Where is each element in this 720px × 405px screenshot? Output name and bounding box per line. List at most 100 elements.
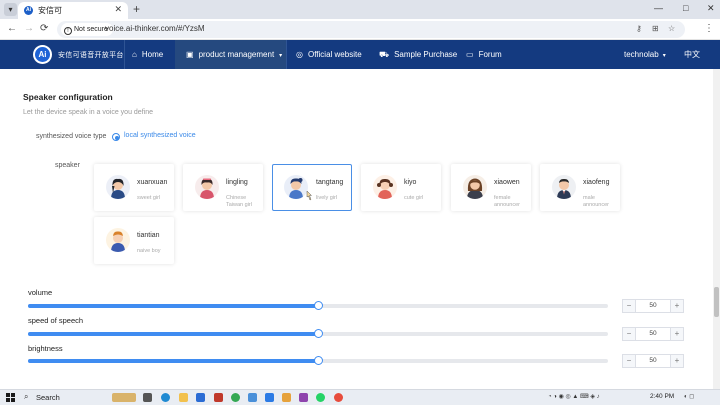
chevron-down-icon: ▾ <box>662 53 666 59</box>
omnibox[interactable]: ! Not secure voice.ai-thinker.com/#/YzsM … <box>57 21 685 38</box>
home-icon: ⌂ <box>132 50 137 59</box>
user-menu[interactable]: technolab ▾ <box>624 40 666 69</box>
vscode-icon[interactable] <box>265 393 274 402</box>
avatar <box>106 228 130 252</box>
search-icon: ⌕ <box>24 392 29 401</box>
increase-button[interactable]: + <box>670 355 683 367</box>
nav-product-management[interactable]: ▣ product management ▾ <box>175 40 286 69</box>
app-icon[interactable] <box>299 393 308 402</box>
whatsapp-icon[interactable] <box>316 393 325 402</box>
app-icon[interactable] <box>248 393 257 402</box>
maximize-icon[interactable]: □ <box>683 3 688 13</box>
volume-value[interactable]: 50 <box>636 300 670 312</box>
widgets-icon[interactable] <box>112 393 136 402</box>
reload-icon[interactable]: ⟳ <box>40 23 48 34</box>
voice-type-option[interactable]: local synthesized voice <box>124 132 196 139</box>
speaker-card-tiantian[interactable]: tiantian naive boy <box>94 217 174 264</box>
speaker-card-tangtang[interactable]: tangtang lively girl <box>272 164 352 211</box>
address-bar-row: ← → ⟳ ! Not secure voice.ai-thinker.com/#… <box>0 19 720 40</box>
nav-forum-label: Forum <box>478 50 502 59</box>
nav-forum[interactable]: ▭ Forum <box>466 40 502 69</box>
edge-icon[interactable] <box>161 393 170 402</box>
nav-sample-purchase[interactable]: ⛟ Sample Purchase <box>379 40 457 69</box>
speaker-name: tiantian <box>137 232 160 239</box>
translate-icon[interactable]: ⊞ <box>652 24 659 33</box>
new-tab-button[interactable]: + <box>133 2 140 16</box>
speaker-card-xiaofeng[interactable]: xiaofeng male announcer <box>540 164 620 211</box>
forward-icon[interactable]: → <box>24 23 34 34</box>
taskbar: ⌕ Search ◔ ◑ ◉ ◎ ▲ ⌨ ◈ ♪ 2:40 PM ◐ ◻ <box>0 389 720 405</box>
voice-type-radio[interactable] <box>112 133 120 141</box>
speaker-name: kiyo <box>404 179 417 186</box>
increase-button[interactable]: + <box>670 328 683 340</box>
nav-official-label: Official website <box>307 50 362 59</box>
close-tab-icon[interactable]: ✕ <box>114 4 122 15</box>
increase-button[interactable]: + <box>670 300 683 312</box>
tab-search-button[interactable]: ▾ <box>4 3 17 16</box>
warning-icon: ! <box>64 27 72 35</box>
windows-start-icon[interactable] <box>6 393 15 402</box>
app-icon[interactable] <box>282 393 291 402</box>
speaker-description: lively girl <box>316 195 338 201</box>
avatar <box>552 175 576 199</box>
clock[interactable]: 2:40 PM <box>650 393 674 400</box>
chevron-down-icon: ▾ <box>279 53 283 59</box>
key-icon[interactable]: ⚷ <box>636 24 642 33</box>
decrease-button[interactable]: − <box>623 300 636 312</box>
speed-slider[interactable] <box>28 329 608 338</box>
site-navigation: Ai 安信可语音开放平台 ⌂ Home ▣ product management ▾ … <box>0 40 720 69</box>
volume-slider[interactable] <box>28 301 608 310</box>
nav-sample-label: Sample Purchase <box>394 50 458 59</box>
nav-home-label: Home <box>141 50 164 59</box>
not-secure-label: Not secure <box>74 26 108 33</box>
notification-icon[interactable]: ◐ ◻ <box>684 393 694 400</box>
logo[interactable]: Ai <box>33 45 52 64</box>
forum-icon: ▭ <box>466 50 474 59</box>
page-scrollbar[interactable] <box>713 69 720 389</box>
browser-menu-icon[interactable]: ⋮ <box>704 23 714 34</box>
speaker-card-xiaowen[interactable]: xiaowen female announcer <box>451 164 531 211</box>
brightness-slider[interactable] <box>28 356 608 365</box>
speaker-card-xuanxuan[interactable]: xuanxuan sweet girl <box>94 164 174 211</box>
speaker-description: cute girl <box>404 195 424 201</box>
speaker-name: lingling <box>226 179 248 186</box>
chrome-active-icon[interactable] <box>334 393 343 402</box>
slider-thumb[interactable] <box>314 356 323 365</box>
browser-tab-strip: ▾ Ai 安信可 ✕ + — □ ✕ <box>0 0 720 19</box>
slider-thumb[interactable] <box>314 301 323 310</box>
language-switch[interactable]: 中文 <box>684 40 700 69</box>
avatar <box>373 175 397 199</box>
section-title: Speaker configuration <box>23 92 113 102</box>
bookmark-star-icon[interactable]: ☆ <box>668 24 675 33</box>
slider-thumb[interactable] <box>314 329 323 338</box>
decrease-button[interactable]: − <box>623 355 636 367</box>
brightness-value[interactable]: 50 <box>636 355 670 367</box>
cart-icon: ⛟ <box>379 50 390 59</box>
speaker-card-lingling[interactable]: lingling Chinese Taiwan girl <box>183 164 263 211</box>
minimize-icon[interactable]: — <box>654 3 663 13</box>
speaker-card-kiyo[interactable]: kiyo cute girl <box>361 164 441 211</box>
speaker-description: naive boy <box>137 248 161 254</box>
speaker-label: speaker <box>55 162 80 169</box>
favicon-icon: Ai <box>24 6 33 15</box>
store-icon[interactable] <box>196 393 205 402</box>
scrollbar-thumb[interactable] <box>714 287 719 317</box>
close-window-icon[interactable]: ✕ <box>707 3 715 14</box>
url-text[interactable]: voice.ai-thinker.com/#/YzsM <box>105 24 205 33</box>
voice-type-label: synthesized voice type <box>36 133 107 140</box>
speed-value[interactable]: 50 <box>636 328 670 340</box>
speaker-name: xiaowen <box>494 179 520 186</box>
speaker-name: xiaofeng <box>583 179 610 186</box>
chrome-icon[interactable] <box>231 393 240 402</box>
app-icon[interactable] <box>214 393 223 402</box>
task-view-icon[interactable] <box>143 393 152 402</box>
file-explorer-icon[interactable] <box>179 393 188 402</box>
nav-home[interactable]: ⌂ Home <box>125 40 174 69</box>
nav-official-website[interactable]: ◎ Official website <box>296 40 362 69</box>
volume-stepper: − 50 + <box>622 299 684 313</box>
decrease-button[interactable]: − <box>623 328 636 340</box>
radio-selected-dot <box>115 136 119 140</box>
back-icon[interactable]: ← <box>7 23 17 34</box>
tray-icons[interactable]: ◔ ◑ ◉ ◎ ▲ ⌨ ◈ ♪ <box>548 393 600 400</box>
browser-tab[interactable]: Ai 安信可 ✕ <box>18 2 128 19</box>
